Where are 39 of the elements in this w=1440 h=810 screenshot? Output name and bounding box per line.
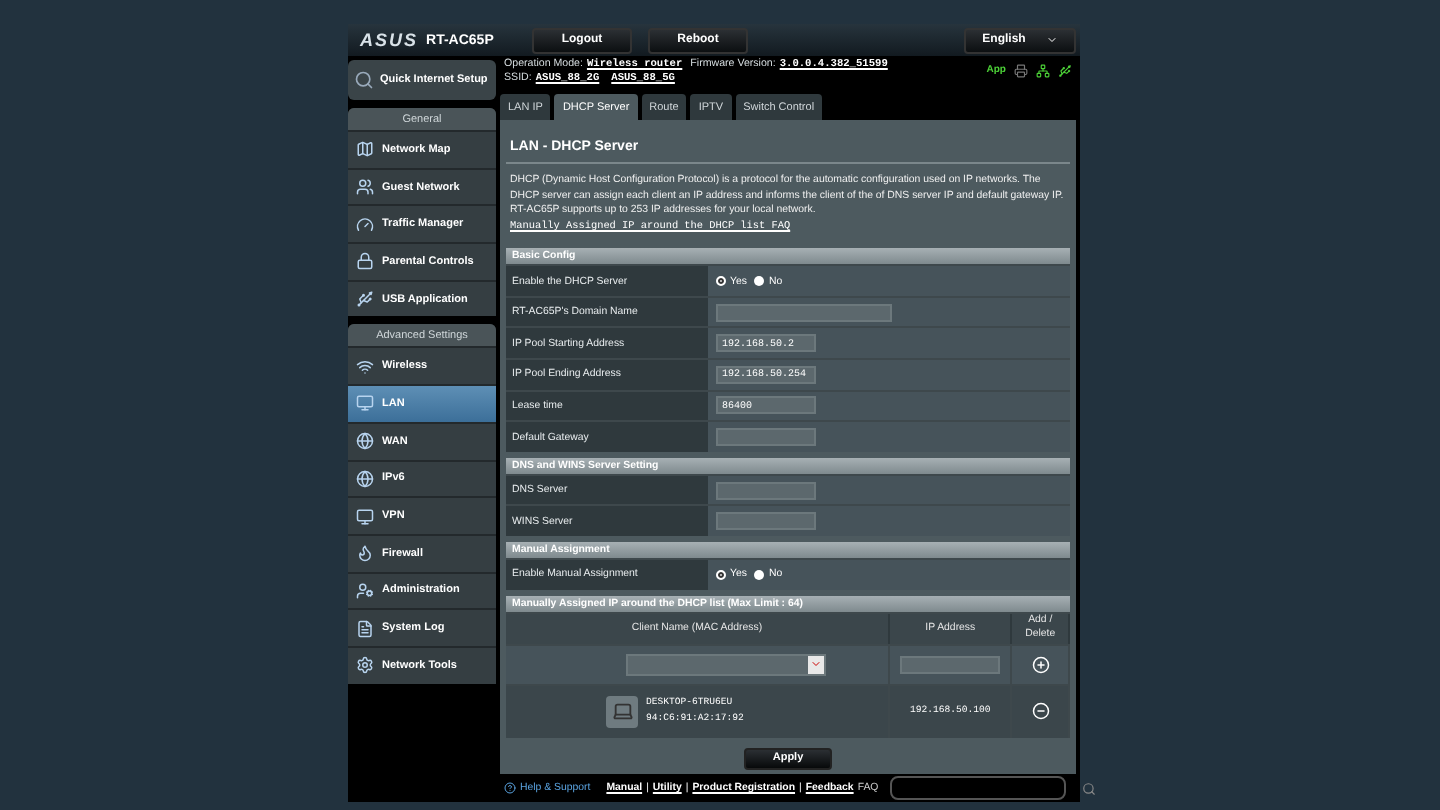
input-field[interactable] [716, 303, 892, 322]
radio-button[interactable] [716, 569, 726, 580]
gauge-icon [356, 215, 374, 234]
usb-icon [356, 290, 374, 309]
printer-icon[interactable] [1014, 64, 1028, 78]
user-icon [356, 581, 374, 600]
wifi-icon [356, 357, 374, 376]
plus-icon [1031, 655, 1050, 674]
client-select[interactable] [626, 653, 827, 676]
faq-search-field[interactable] [890, 776, 1067, 800]
add-button[interactable] [1031, 655, 1050, 674]
delete-button[interactable] [1031, 702, 1050, 721]
search-icon [354, 70, 374, 90]
input-field[interactable] [716, 481, 816, 500]
monitor-icon [356, 394, 374, 413]
dropdown-icon [810, 658, 823, 671]
brand-logo: ASUS [360, 30, 419, 50]
globe-icon [356, 469, 374, 488]
caret-icon [1045, 34, 1058, 46]
lock-icon [356, 252, 374, 271]
search-icon[interactable] [1082, 781, 1097, 795]
users-icon [356, 178, 374, 197]
globe-icon [356, 432, 374, 451]
computer-icon [606, 695, 638, 728]
minus-icon [1031, 702, 1050, 721]
radio-button[interactable] [716, 276, 726, 287]
ip-field[interactable] [900, 655, 1001, 674]
flame-icon [356, 544, 374, 563]
gear-icon [356, 656, 374, 675]
radio-button[interactable] [754, 276, 765, 287]
input-field[interactable] [716, 512, 816, 531]
input-field[interactable] [716, 428, 816, 447]
network-icon[interactable] [1036, 64, 1050, 78]
help-icon [504, 782, 516, 794]
map-icon [356, 140, 374, 159]
document-icon [356, 619, 374, 638]
usb-icon[interactable] [1058, 64, 1072, 78]
radio-button[interactable] [754, 569, 765, 580]
monitor-icon [356, 507, 374, 526]
